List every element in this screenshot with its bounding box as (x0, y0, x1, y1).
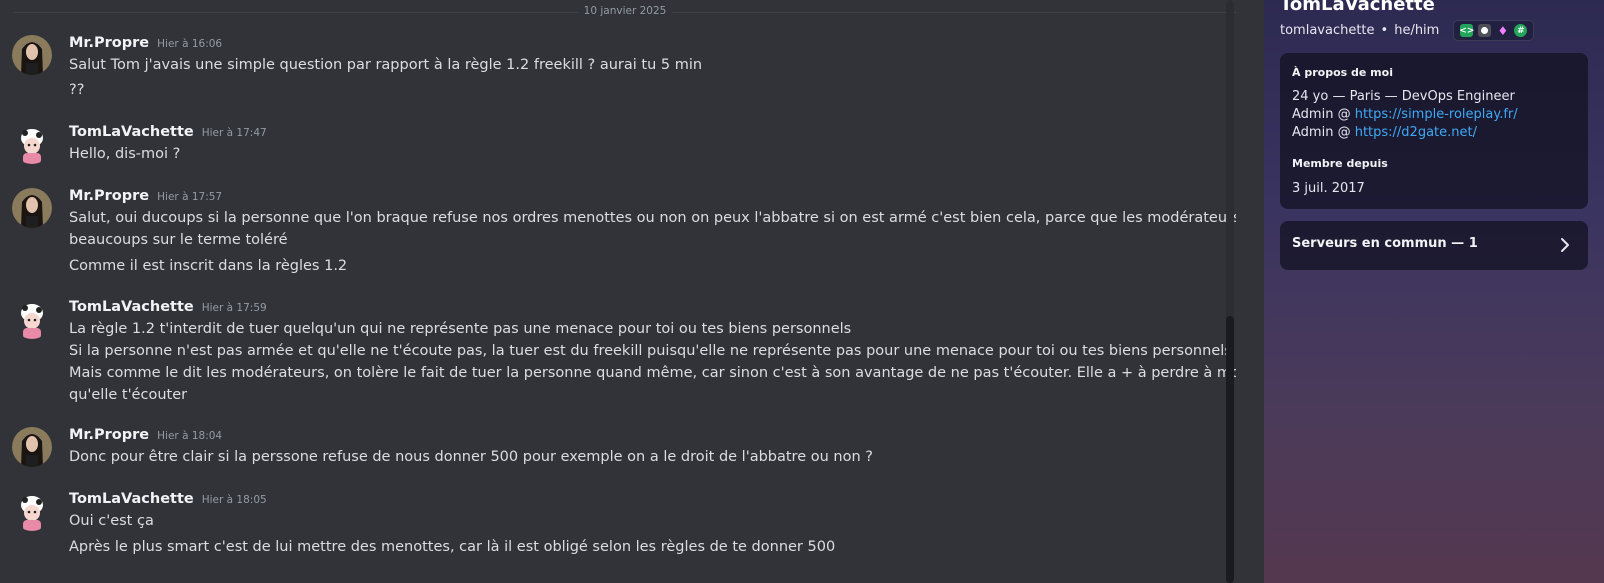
scrollbar-thumb[interactable] (1226, 316, 1234, 583)
message-text: Mais comme le dit les modérateurs, on to… (69, 365, 1236, 381)
avatar-tomlavachette[interactable] (12, 299, 52, 339)
about-title: À propos de moi (1292, 66, 1393, 79)
about-line: 24 yo — Paris — DevOps Engineer (1292, 89, 1515, 104)
avatar-mr-propre[interactable] (12, 35, 52, 75)
profile-pronouns: he/him (1394, 23, 1440, 38)
member-since-title: Membre depuis (1292, 157, 1388, 170)
separator-dot: • (1380, 23, 1389, 38)
timestamp: Hier à 18:04 (157, 430, 223, 442)
author-name[interactable]: Mr.Propre (69, 35, 149, 51)
avatar-tomlavachette[interactable] (12, 491, 52, 531)
about-admin-line: Admin @ https://simple-roleplay.fr/ (1292, 106, 1518, 124)
timestamp: Hier à 18:05 (201, 494, 267, 506)
code-badge-icon[interactable]: <> (1459, 24, 1474, 37)
avatar-tomlavachette[interactable] (12, 124, 52, 164)
timestamp: Hier à 17:57 (157, 191, 223, 203)
message-text: Si la personne n'est pas armée et qu'ell… (69, 343, 1232, 359)
message-text: La règle 1.2 t'interdit de tuer quelqu'u… (69, 321, 852, 337)
author-name[interactable]: TomLaVachette (69, 124, 194, 140)
timestamp: Hier à 16:06 (157, 38, 223, 50)
message-text: Salut, oui ducoups si la personne que l'… (69, 210, 1236, 226)
link-simple-roleplay[interactable]: https://simple-roleplay.fr/ (1355, 107, 1518, 122)
author-name[interactable]: Mr.Propre (69, 427, 149, 443)
chat-area: 10 janvier 2025 Mr.Propre Hier à 16:06 Sa… (0, 0, 1236, 583)
author-name[interactable]: Mr.Propre (69, 188, 149, 204)
about-admin-line: Admin @ https://d2gate.net/ (1292, 124, 1477, 142)
message-text: Hello, dis-moi ? (69, 146, 181, 162)
about-card: À propos de moi 24 yo — Paris — DevOps E… (1280, 53, 1588, 209)
timestamp: Hier à 17:59 (201, 302, 267, 314)
link-d2gate[interactable]: https://d2gate.net/ (1355, 125, 1477, 140)
message-text: Donc pour être clair si la perssone refu… (69, 449, 873, 465)
mutual-servers-button[interactable]: Serveurs en commun — 1 (1280, 221, 1588, 270)
circle-badge-icon[interactable] (1478, 24, 1492, 37)
avatar-mr-propre[interactable] (12, 427, 52, 467)
author-name[interactable]: TomLaVachette (69, 491, 194, 507)
profile-display-name: TomLaVachette (1280, 0, 1435, 15)
message-text: qu'elle t'écouter (69, 387, 188, 403)
message-text: Oui c'est ça (69, 513, 154, 529)
badge-group: <> ♦ # (1453, 20, 1535, 41)
admin-prefix: Admin @ (1292, 125, 1355, 140)
profile-username: tomlavachette (1280, 23, 1375, 38)
avatar-mr-propre[interactable] (12, 188, 52, 228)
author-name[interactable]: TomLaVachette (69, 299, 194, 315)
message-text: ?? (69, 82, 85, 98)
message-text: Salut Tom j'avais une simple question pa… (69, 57, 703, 73)
date-divider-label: 10 janvier 2025 (577, 5, 673, 17)
admin-prefix: Admin @ (1292, 107, 1355, 122)
message-text: beaucoups sur le terme toléré (69, 232, 288, 248)
message-text: Après le plus smart c'est de lui mettre … (69, 539, 836, 555)
message-text: Comme il est inscrit dans la règles 1.2 (69, 258, 348, 274)
mutual-servers-label: Serveurs en commun — 1 (1292, 236, 1478, 251)
profile-subtitle: tomlavachette • he/him <> ♦ # (1280, 20, 1535, 41)
gem-badge-icon[interactable]: ♦ (1496, 24, 1509, 38)
timestamp: Hier à 17:47 (201, 127, 267, 139)
chevron-right-icon (1561, 238, 1569, 252)
profile-panel: TomLaVachette tomlavachette • he/him <> … (1264, 0, 1604, 583)
hashtag-badge-icon[interactable]: # (1514, 24, 1528, 37)
member-since-date: 3 juil. 2017 (1292, 181, 1365, 196)
